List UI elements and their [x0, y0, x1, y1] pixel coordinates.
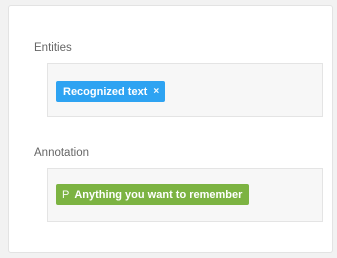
entities-field[interactable]: Recognized text × [47, 63, 323, 117]
annotation-field[interactable]: P Anything you want to remember [47, 168, 323, 222]
entity-tag-text: Recognized text [63, 85, 148, 98]
annotation-tag-prefix: P [62, 188, 70, 201]
annotation-label: Annotation [34, 147, 89, 159]
entity-tag[interactable]: Recognized text × [56, 81, 166, 102]
entities-label: Entities [34, 42, 72, 54]
annotation-panel: Entities Recognized text × Annotation P … [8, 5, 333, 253]
annotation-tag[interactable]: P Anything you want to remember [56, 184, 250, 205]
remove-tag-icon[interactable]: × [153, 86, 159, 97]
annotation-tag-text: Anything you want to remember [74, 188, 243, 201]
